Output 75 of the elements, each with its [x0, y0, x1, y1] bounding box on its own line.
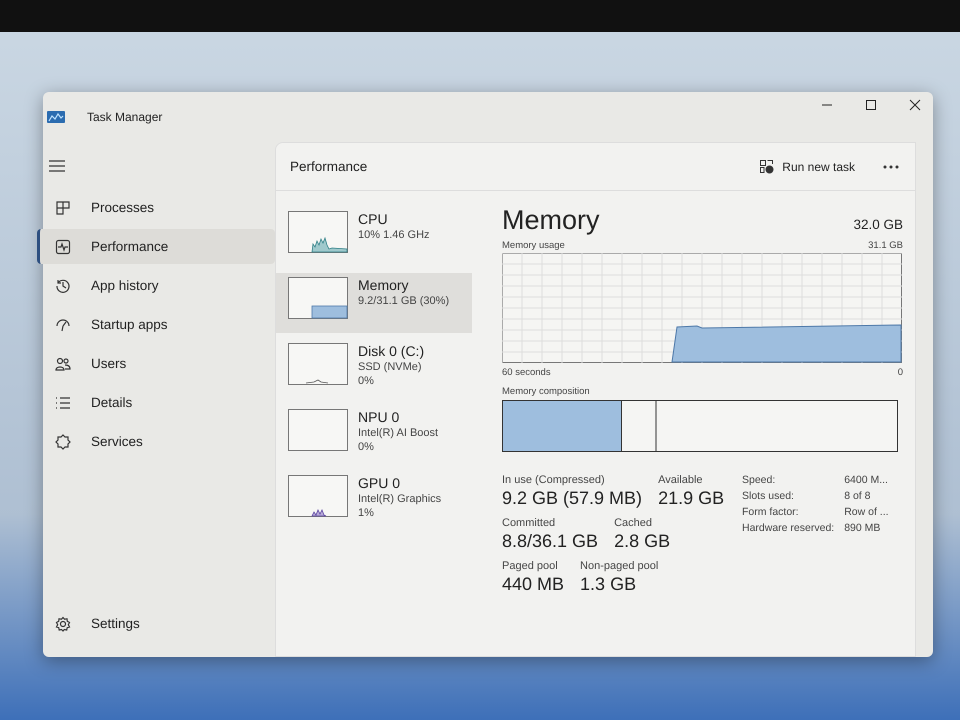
device-item[interactable]: GPU 0 Intel(R) Graphics 1%	[276, 471, 472, 531]
device-detail: 9.2/31.1 GB (30%)	[358, 295, 450, 307]
device-name: NPU 0	[358, 409, 400, 425]
device-item[interactable]: Memory 9.2/31.1 GB (30%)	[276, 273, 472, 333]
new-task-icon	[759, 159, 774, 174]
maximize-icon[interactable]	[865, 99, 877, 111]
stat-value: 1.3 GB	[580, 574, 638, 595]
device-name: GPU 0	[358, 475, 402, 491]
pulse-icon	[55, 238, 71, 254]
stat-value: 8.8/36.1 GB	[502, 531, 598, 552]
stat-label: Cached	[614, 517, 653, 529]
device-detail: 1%	[358, 507, 375, 519]
chart-label: Memory usage	[502, 240, 565, 251]
grid-icon	[55, 200, 71, 216]
device-detail: SSD (NVMe)	[358, 361, 423, 373]
time-axis-end-label: 0	[898, 367, 903, 378]
window-title: Task Manager	[87, 110, 162, 124]
stat-label: Paged pool	[502, 560, 559, 572]
spec-label: Speed:	[742, 474, 776, 486]
clock-icon	[55, 278, 71, 294]
device-item[interactable]: Disk 0 (C:) SSD (NVMe) 0%	[276, 339, 472, 399]
stat-label: Available	[658, 474, 704, 486]
stat-value: 2.8 GB	[614, 531, 670, 552]
gauge-icon	[55, 316, 71, 332]
menu-icon[interactable]	[49, 160, 65, 172]
list-icon	[55, 394, 71, 410]
device-detail: 10% 1.46 GHz	[358, 229, 430, 241]
users-icon	[55, 356, 71, 372]
device-detail: 0%	[358, 441, 375, 453]
settings-icon	[55, 616, 71, 632]
sidebar-item[interactable]: Performance	[37, 229, 275, 264]
device-item[interactable]: CPU 10% 1.46 GHz	[276, 207, 472, 267]
device-detail: Intel(R) AI Boost	[358, 427, 438, 439]
device-item[interactable]: NPU 0 Intel(R) AI Boost 0%	[276, 405, 472, 465]
composition-label: Memory composition	[502, 386, 591, 397]
sidebar-item[interactable]: Details	[37, 385, 275, 420]
chart-max-label: 31.1 GB	[868, 240, 903, 251]
usage-thumbnail	[288, 277, 348, 319]
usage-thumbnail	[288, 211, 348, 253]
stat-label: Committed	[502, 517, 556, 529]
spec-label: Hardware reserved:	[742, 522, 834, 534]
device-detail: Intel(R) Graphics	[358, 493, 442, 505]
spec-value: 6400 M...	[844, 474, 889, 486]
more-options-icon[interactable]	[883, 164, 899, 168]
stat-value: 21.9 GB	[658, 488, 724, 509]
device-detail: 0%	[358, 375, 375, 387]
device-name: Disk 0 (C:)	[358, 343, 424, 359]
page-title: Performance	[290, 159, 368, 174]
time-axis-label: 60 seconds	[502, 367, 551, 378]
sidebar-item[interactable]: Processes	[37, 190, 275, 225]
device-name: CPU	[358, 211, 389, 227]
sidebar-item[interactable]: App history	[37, 268, 275, 303]
settings-item[interactable]: Settings	[37, 606, 275, 641]
stat-value: 440 MB	[502, 574, 564, 595]
stat-label: Non-paged pool	[580, 560, 658, 572]
total-memory: 32.0 GB	[853, 217, 903, 234]
device-name: Memory	[358, 277, 410, 293]
sidebar-item[interactable]: Services	[37, 424, 275, 459]
spec-value: 890 MB	[844, 522, 882, 534]
app-icon	[47, 111, 65, 123]
run-new-task-button[interactable]: Run new task	[753, 155, 861, 178]
spec-value: 8 of 8	[844, 490, 872, 502]
usage-thumbnail	[288, 343, 348, 385]
stat-label: In use (Compressed)	[502, 474, 606, 486]
resource-title: Memory	[502, 205, 600, 236]
sidebar-item[interactable]: Startup apps	[37, 307, 275, 342]
puzzle-icon	[55, 434, 71, 450]
usage-thumbnail	[288, 475, 348, 517]
usage-thumbnail	[288, 409, 348, 451]
spec-label: Slots used:	[742, 490, 795, 502]
sidebar-item[interactable]: Users	[37, 346, 275, 381]
stat-value: 9.2 GB (57.9 MB)	[502, 488, 642, 509]
close-icon[interactable]	[909, 99, 921, 111]
spec-label: Form factor:	[742, 506, 800, 518]
spec-value: Row of ...	[844, 506, 889, 518]
